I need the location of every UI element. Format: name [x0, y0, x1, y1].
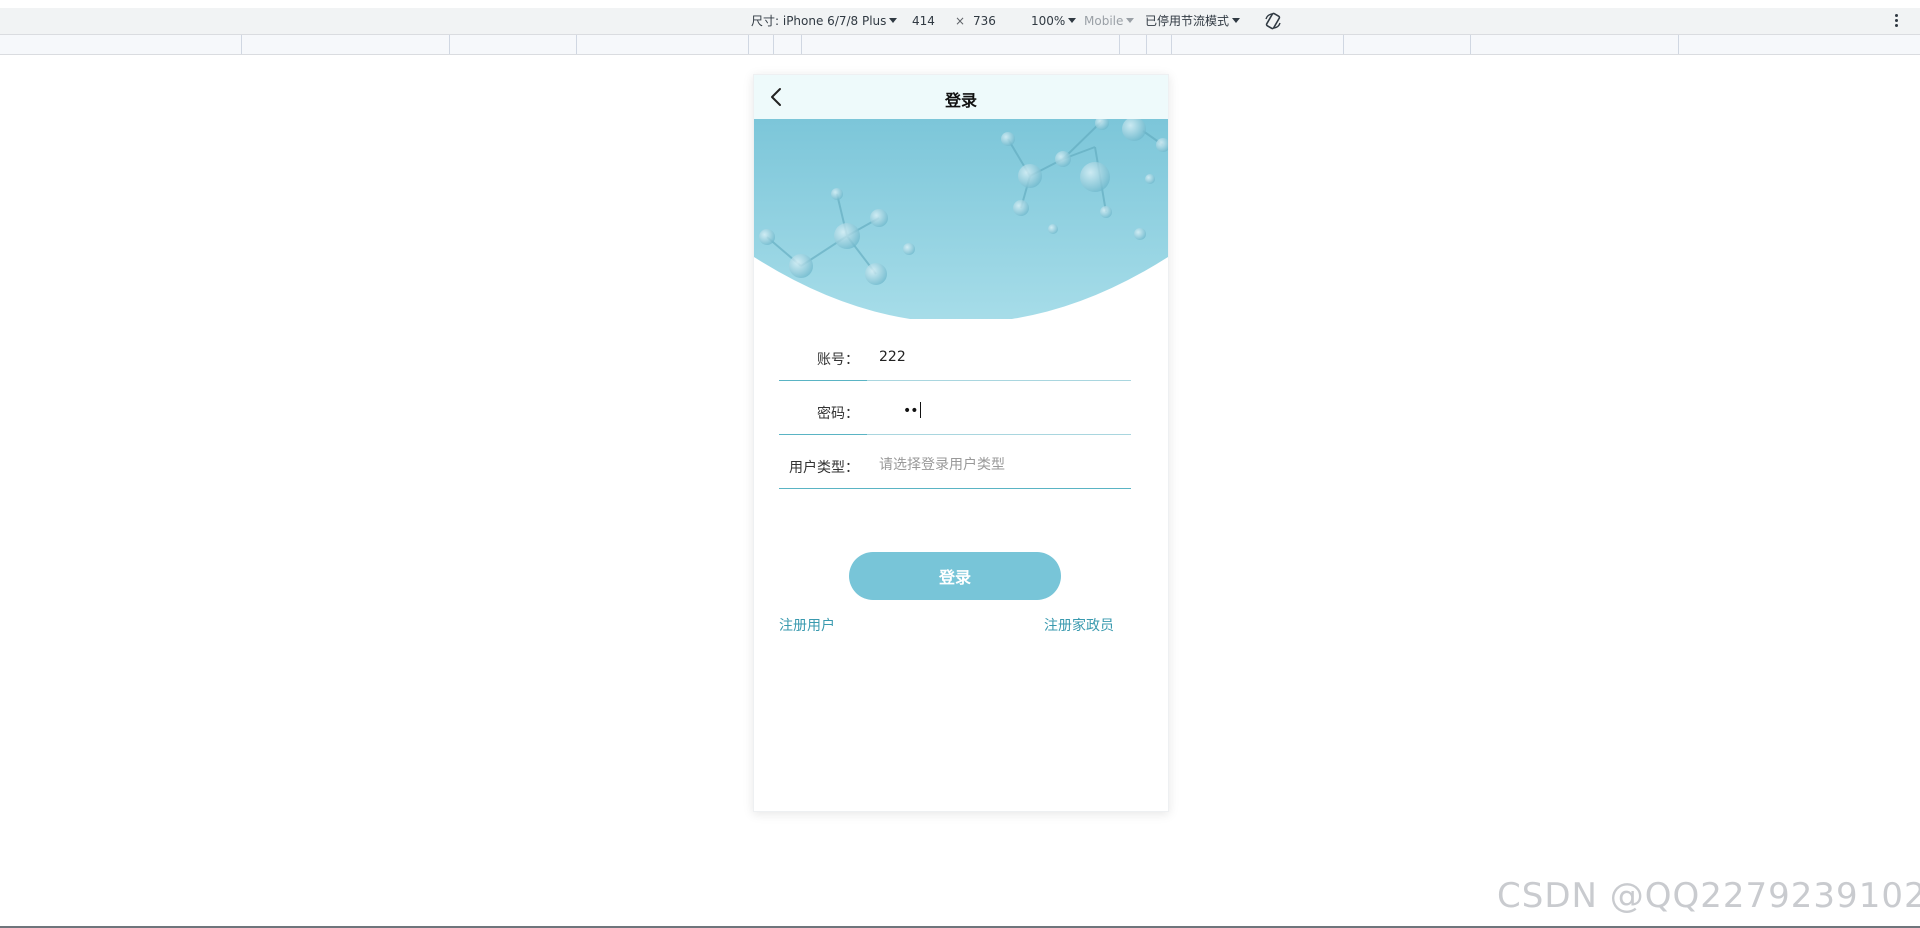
usertype-label: 用户类型：	[789, 460, 859, 476]
kebab-menu-icon[interactable]	[1894, 13, 1898, 29]
height-input[interactable]: 736	[973, 14, 996, 28]
password-label: 密码：	[817, 406, 859, 422]
device-toolbar: 尺寸: iPhone 6/7/8 Plus 414 × 736 100% Mob…	[0, 8, 1920, 35]
divider	[867, 488, 1131, 489]
page-title: 登录	[944, 91, 977, 110]
password-mask: ••	[903, 402, 921, 419]
rotate-icon[interactable]	[1263, 11, 1283, 31]
chevron-down-icon	[1126, 18, 1135, 23]
divider	[867, 380, 1131, 381]
password-mask-text: ••	[903, 403, 918, 419]
width-input[interactable]: 414	[912, 14, 935, 28]
ua-mode-select[interactable]: Mobile	[1084, 14, 1135, 28]
device-select[interactable]: 尺寸: iPhone 6/7/8 Plus	[751, 14, 898, 28]
hero-molecule-banner	[754, 119, 1168, 319]
dimension-separator: ×	[955, 14, 966, 28]
chevron-down-icon	[889, 18, 898, 23]
account-input[interactable]	[879, 346, 1124, 368]
usertype-row: 用户类型：	[779, 445, 1131, 489]
throttle-label: 已停用节流模式	[1145, 14, 1230, 28]
zoom-select-label: 100%	[1031, 14, 1066, 28]
password-row: 密码： ••	[779, 391, 1131, 435]
account-row: 账号：	[779, 337, 1131, 381]
usertype-select[interactable]	[879, 454, 1124, 476]
chevron-down-icon	[1068, 18, 1077, 23]
throttle-select[interactable]: 已停用节流模式	[1145, 14, 1241, 28]
chevron-down-icon	[1232, 18, 1241, 23]
zoom-select[interactable]: 100%	[1031, 14, 1077, 28]
divider	[779, 380, 867, 381]
ua-mode-label: Mobile	[1084, 14, 1124, 28]
device-select-label: 尺寸: iPhone 6/7/8 Plus	[751, 14, 887, 28]
watermark: CSDN @QQ2279239102	[1497, 876, 1920, 916]
text-caret	[919, 402, 921, 418]
login-button[interactable]: 登录	[849, 552, 1061, 600]
divider	[867, 434, 1131, 435]
nav-bar: 登录	[754, 75, 1168, 119]
chevron-left-icon[interactable]	[766, 85, 788, 109]
register-worker-link[interactable]: 注册家政员	[1044, 615, 1114, 635]
account-label: 账号：	[817, 352, 859, 368]
browser-top-strip	[0, 0, 1920, 8]
divider	[779, 488, 867, 489]
mobile-viewport: 登录 账号： 222 密码： •• 用户类型： 请选择登录用户类型 登录 注册用…	[753, 74, 1169, 812]
register-user-link[interactable]: 注册用户	[779, 615, 835, 635]
media-query-ruler	[0, 35, 1920, 55]
divider	[779, 434, 867, 435]
